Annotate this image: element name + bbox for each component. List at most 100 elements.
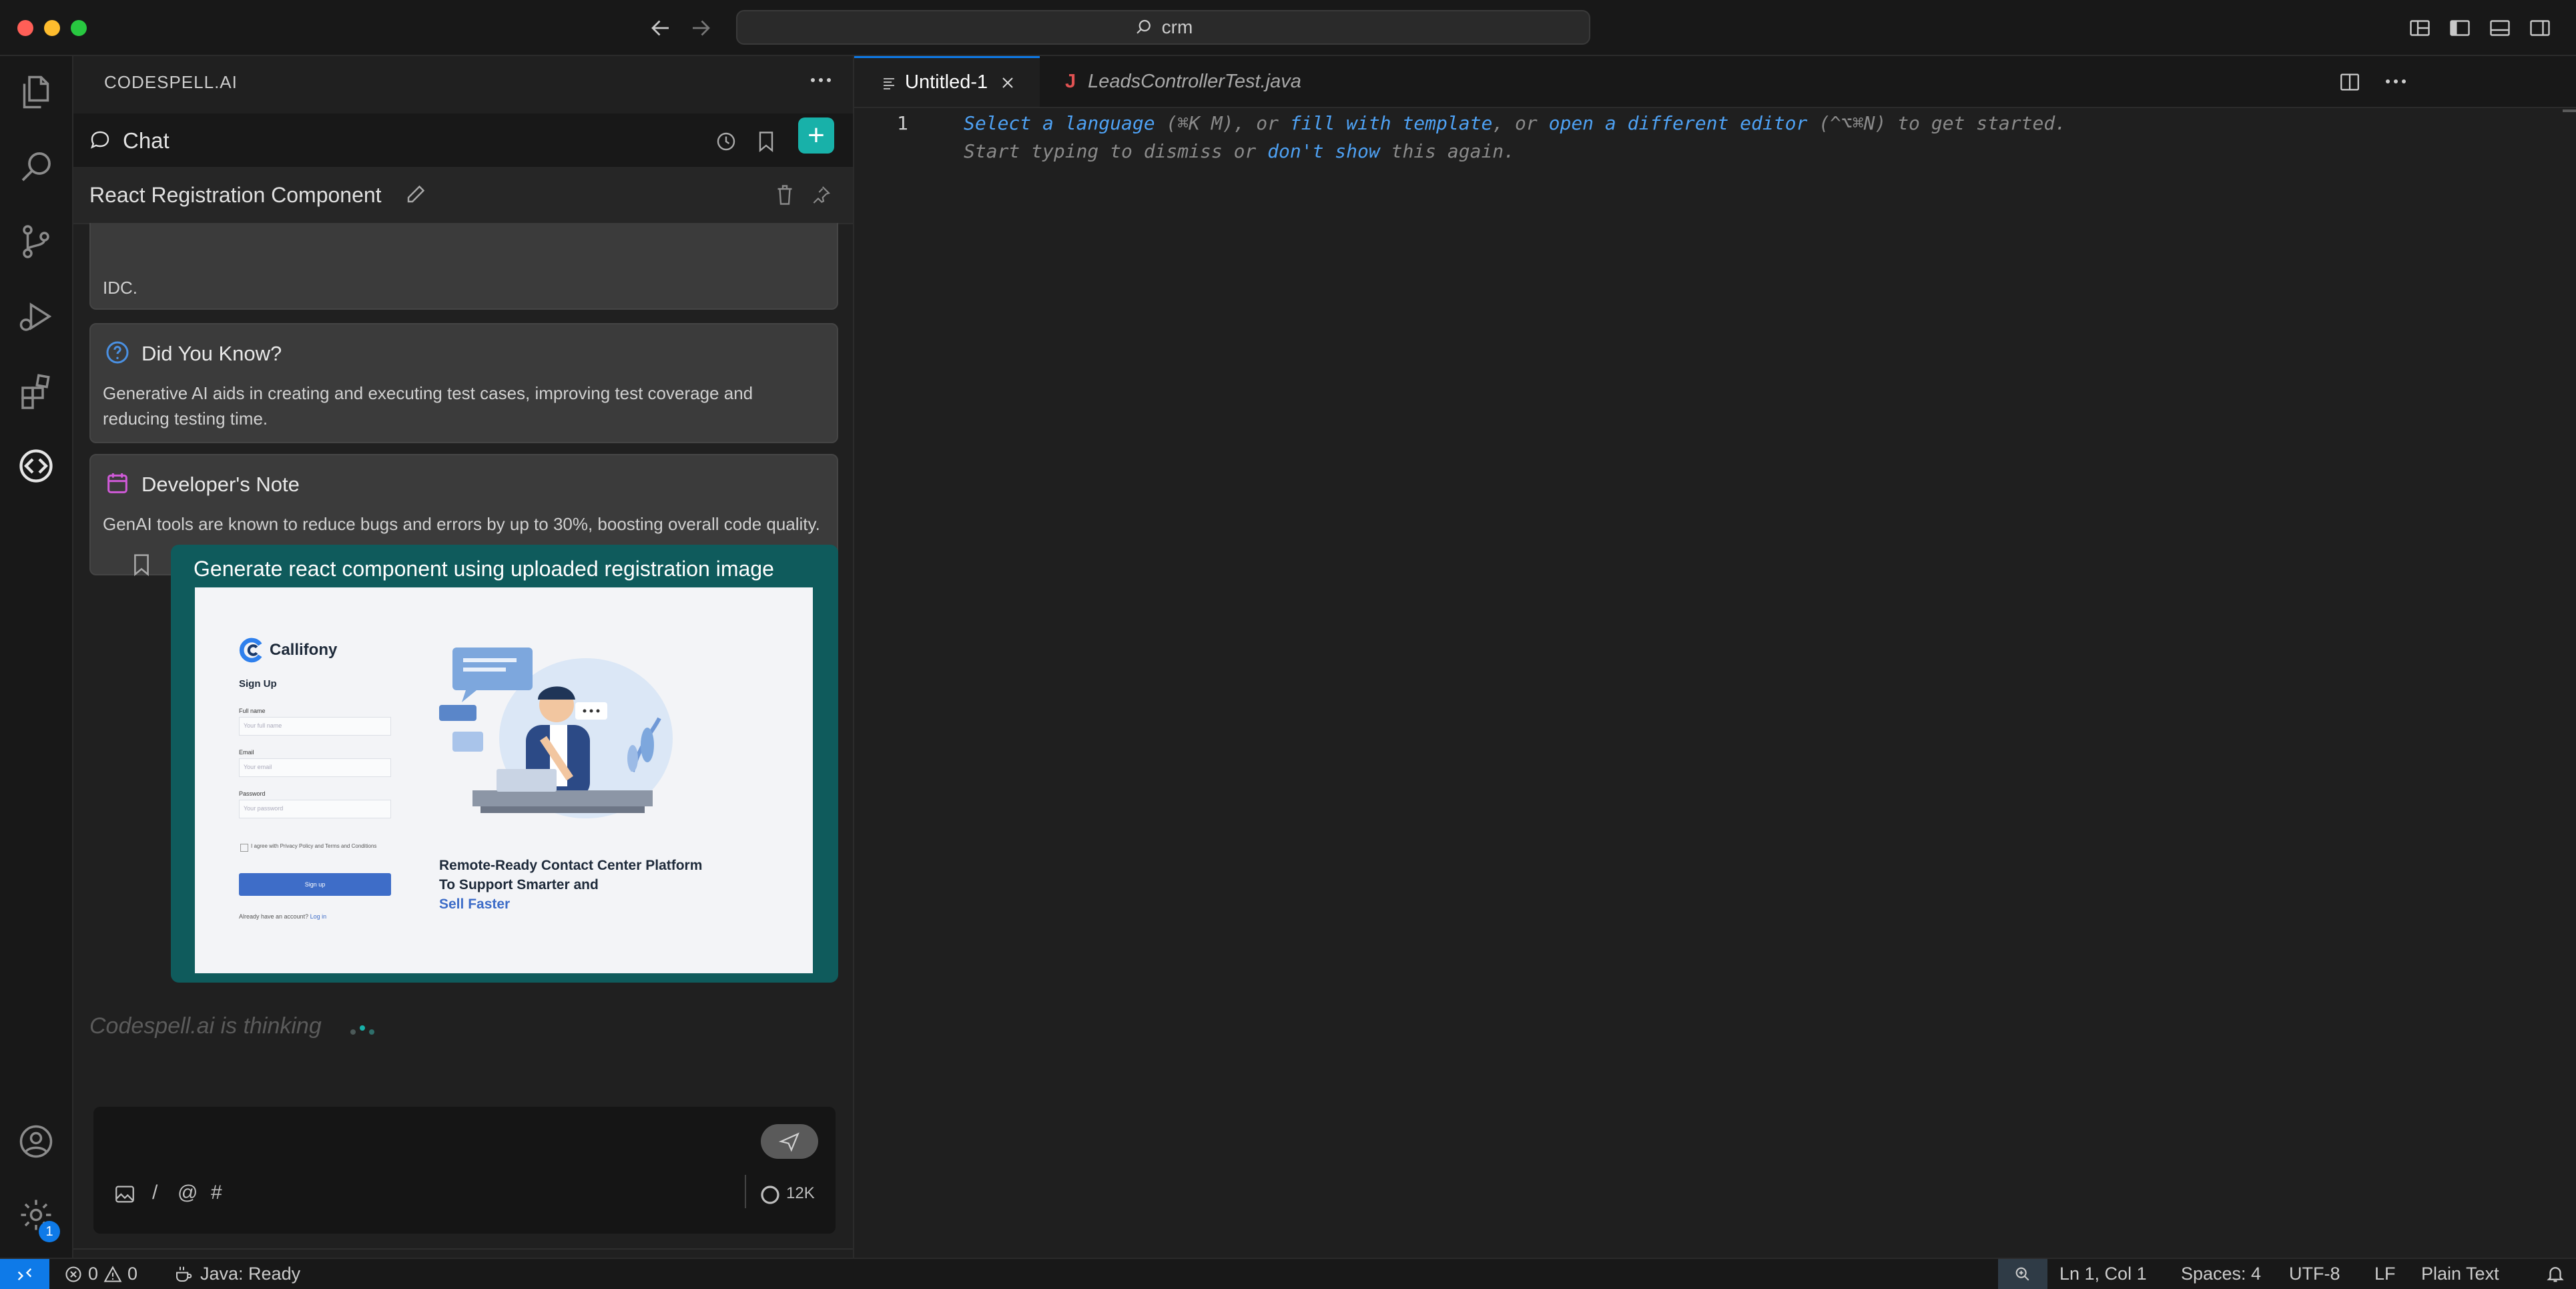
maximize-window-button[interactable] — [71, 20, 87, 36]
composer-divider — [745, 1175, 746, 1208]
editor-area: Untitled-1 J LeadsControllerTest.java 1 … — [854, 56, 2576, 1258]
back-arrow-icon[interactable] — [649, 16, 673, 40]
zoom-indicator[interactable] — [1998, 1259, 2047, 1289]
file-lines-icon — [881, 75, 897, 91]
new-chat-button[interactable]: + — [798, 117, 834, 154]
bookmark-message-icon[interactable] — [131, 551, 152, 578]
explorer-icon[interactable] — [16, 72, 56, 112]
notifications-bell-icon[interactable] — [2545, 1264, 2565, 1284]
accounts-icon[interactable] — [16, 1121, 56, 1162]
encoding[interactable]: UTF-8 — [2289, 1264, 2340, 1284]
token-usage-ring-icon — [759, 1184, 781, 1206]
java-status[interactable]: Java: Ready — [174, 1264, 300, 1284]
full-name-input: Your full name — [239, 717, 391, 736]
email-input: Your email — [239, 758, 391, 777]
extensions-icon[interactable] — [16, 371, 56, 411]
more-editor-actions-icon[interactable] — [2382, 69, 2409, 93]
send-icon — [778, 1132, 799, 1152]
card-title: Did You Know? — [141, 342, 282, 365]
cursor-position[interactable]: Ln 1, Col 1 — [2059, 1264, 2147, 1284]
dont-show-link[interactable]: don't show — [1267, 140, 1380, 162]
customize-layout-icon[interactable] — [2408, 16, 2432, 40]
indentation[interactable]: Spaces: 4 — [2181, 1264, 2261, 1284]
problems-indicator[interactable]: 0 0 — [64, 1264, 137, 1284]
search-text: crm — [1161, 17, 1193, 37]
chat-label: Chat — [123, 128, 170, 153]
question-circle-icon — [104, 339, 131, 366]
language-mode[interactable]: Plain Text — [2421, 1264, 2499, 1284]
title-bar: crm — [0, 0, 2576, 56]
thinking-indicator: Codespell.ai is thinking — [89, 1013, 322, 1039]
support-agent-illustration — [432, 638, 686, 845]
thinking-dot — [360, 1025, 365, 1031]
tab-untitled-1[interactable]: Untitled-1 — [854, 56, 1040, 107]
editor-hint-line-1: Select a language (⌘K M), or fill with t… — [964, 112, 2067, 134]
codespell-icon[interactable] — [16, 446, 56, 486]
end-of-line[interactable]: LF — [2374, 1264, 2396, 1284]
terms-text: I agree with Privacy Policy and Terms an… — [251, 843, 377, 849]
tab-leads-controller-test[interactable]: J LeadsControllerTest.java — [1041, 56, 1301, 107]
editor-tab-bar: Untitled-1 J LeadsControllerTest.java — [854, 56, 2576, 108]
tip-card-partial: IDC. — [89, 223, 838, 310]
bookmark-icon[interactable] — [755, 130, 777, 154]
chat-composer[interactable]: / @ # 12K — [93, 1107, 836, 1234]
coffee-cup-icon — [176, 1266, 192, 1282]
tip-card-partial-text: IDC. — [103, 278, 137, 298]
full-name-label: Full name — [239, 708, 266, 714]
user-message: Generate react component using uploaded … — [171, 545, 838, 983]
zoom-icon — [2015, 1267, 2029, 1280]
open-different-editor-link[interactable]: open a different editor — [1549, 112, 1808, 134]
command-center-search[interactable]: crm — [736, 10, 1590, 45]
tagline: Remote-Ready Contact Center Platform To … — [439, 858, 703, 912]
password-input: Your password — [239, 800, 391, 818]
sidebar-title: CODESPELL.AI — [104, 72, 238, 92]
search-icon[interactable] — [16, 147, 56, 187]
close-tab-icon[interactable] — [1000, 75, 1016, 91]
signup-button: Sign up — [239, 873, 391, 896]
tab-label: LeadsControllerTest.java — [1088, 70, 1301, 92]
toggle-panel-icon[interactable] — [2488, 16, 2512, 40]
chat-header: Chat — [73, 113, 853, 167]
attached-image[interactable]: Callifony Sign Up Full name Your full na… — [195, 587, 813, 973]
send-button[interactable] — [761, 1124, 818, 1159]
thinking-dot — [350, 1029, 356, 1035]
mention-button[interactable]: @ — [178, 1182, 198, 1204]
card-title: Developer's Note — [141, 473, 300, 496]
forward-arrow-icon[interactable] — [689, 16, 713, 40]
source-control-icon[interactable] — [16, 222, 56, 262]
split-editor-icon[interactable] — [2338, 71, 2361, 93]
conversation-title: React Registration Component — [89, 183, 382, 207]
pin-icon[interactable] — [810, 183, 832, 207]
token-count: 12K — [786, 1184, 815, 1202]
more-actions-icon[interactable] — [808, 73, 834, 87]
editor-hint-line-2: Start typing to dismiss or don't show th… — [964, 140, 1516, 162]
thinking-dot — [369, 1029, 374, 1035]
activity-bar — [0, 56, 73, 1258]
fill-template-link[interactable]: fill with template — [1290, 112, 1492, 134]
error-icon — [65, 1266, 81, 1282]
attach-image-icon[interactable] — [113, 1183, 136, 1206]
java-file-icon: J — [1065, 70, 1076, 92]
history-icon[interactable] — [714, 130, 738, 154]
card-body: Generative AI aids in creating and execu… — [103, 383, 753, 429]
toggle-secondary-sidebar-icon[interactable] — [2528, 16, 2552, 40]
tab-label: Untitled-1 — [905, 71, 988, 93]
login-prompt: Already have an account? Log in — [239, 913, 327, 920]
edit-title-icon[interactable] — [404, 182, 428, 206]
close-window-button[interactable] — [17, 20, 33, 36]
slash-command-button[interactable]: / — [152, 1182, 157, 1204]
error-count: 0 — [88, 1264, 99, 1284]
scrollbar-indicator[interactable] — [2563, 109, 2576, 112]
select-language-link[interactable]: Select a language — [964, 112, 1155, 134]
toggle-primary-sidebar-icon[interactable] — [2448, 16, 2472, 40]
minimize-window-button[interactable] — [44, 20, 60, 36]
hash-context-button[interactable]: # — [211, 1182, 222, 1204]
remote-icon — [17, 1268, 32, 1280]
run-and-debug-icon[interactable] — [16, 296, 56, 336]
delete-chat-icon[interactable] — [774, 183, 795, 207]
card-body: GenAI tools are known to reduce bugs and… — [103, 514, 820, 534]
terms-checkbox — [240, 844, 248, 852]
brand-name: Callifony — [270, 641, 338, 659]
did-you-know-card: Did You Know? Generative AI aids in crea… — [89, 323, 838, 443]
remote-indicator-button[interactable] — [0, 1259, 49, 1289]
